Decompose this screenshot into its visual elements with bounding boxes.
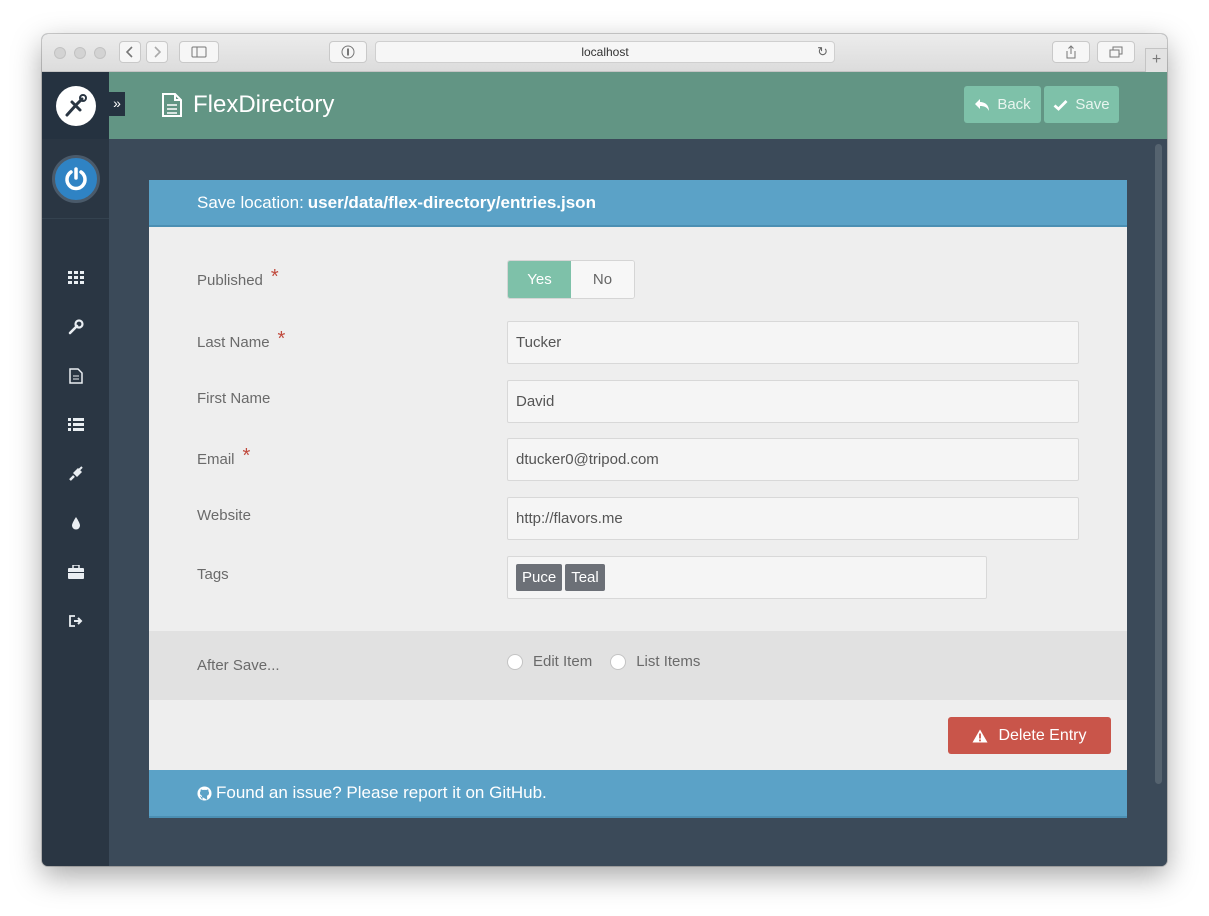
drop-icon (71, 517, 80, 530)
last-name-field[interactable]: Tucker (507, 321, 1079, 364)
report-issue-footer[interactable]: Found an issue? Please report it on GitH… (149, 770, 1127, 818)
email-field[interactable]: dtucker0@tripod.com (507, 438, 1079, 481)
browser-window: localhost ↻ + » FlexDirectory Back Save … (42, 34, 1167, 866)
minimize-window-button[interactable] (74, 47, 86, 59)
tags-label: Tags (197, 566, 229, 583)
power-icon (64, 166, 87, 190)
sidebar-item-tools[interactable] (42, 562, 109, 582)
browser-back-button[interactable] (119, 41, 141, 63)
sidebar-item-dashboard[interactable] (42, 268, 109, 288)
edit-item-radio[interactable] (507, 653, 523, 670)
tag-chip[interactable]: Teal (565, 564, 605, 591)
tags-field[interactable]: Puce Teal (507, 556, 987, 599)
after-save-options: Edit Item List Items (507, 653, 718, 670)
tag-chip[interactable]: Puce (516, 564, 563, 591)
sidebar-toggle-button[interactable]: » (109, 92, 125, 116)
browser-forward-button[interactable] (146, 41, 168, 63)
browser-toolbar: localhost ↻ + (42, 34, 1167, 72)
new-tab-button[interactable]: + (1145, 48, 1167, 72)
back-button-label: Back (997, 96, 1031, 113)
grid-icon (67, 271, 84, 284)
chevron-right-icon (154, 46, 161, 58)
delete-entry-label: Delete Entry (998, 726, 1087, 744)
published-toggle[interactable]: Yes No (507, 260, 635, 299)
close-window-button[interactable] (54, 47, 66, 59)
sidebar-view-icon (191, 46, 207, 58)
website-value: http://flavors.me (516, 510, 623, 527)
sidebar-item-configuration[interactable] (42, 317, 109, 337)
sidebar-view-button[interactable] (179, 41, 219, 63)
after-save-label: After Save... (197, 657, 280, 674)
reader-button[interactable] (329, 41, 367, 63)
address-bar[interactable]: localhost ↻ (375, 41, 835, 63)
wrench-icon (68, 319, 84, 335)
admin-sidebar (42, 72, 109, 866)
share-button[interactable] (1052, 41, 1090, 63)
user-avatar-area (42, 139, 109, 219)
sidebar-item-plugins[interactable] (42, 464, 109, 484)
page-title-area: FlexDirectory (161, 91, 334, 119)
last-name-label: Last Name * (197, 328, 286, 351)
sidebar-item-themes[interactable] (42, 513, 109, 533)
page-header: FlexDirectory Back Save (109, 72, 1167, 139)
save-button[interactable]: Save (1044, 86, 1119, 123)
edit-entry-card: Save location: user/data/flex-directory/… (149, 180, 1127, 818)
avatar[interactable] (51, 154, 100, 203)
logo-icon (55, 85, 96, 126)
list-items-radio[interactable] (610, 653, 627, 670)
sign-out-icon (68, 615, 82, 627)
page-scrollbar[interactable] (1155, 144, 1162, 784)
edit-item-label[interactable]: Edit Item (533, 653, 592, 670)
report-issue-text: Found an issue? Please report it on GitH… (216, 783, 547, 802)
chevron-left-icon (126, 46, 133, 58)
privacy-icon (341, 45, 355, 59)
page-icon (68, 368, 83, 384)
tabs-overview-button[interactable] (1097, 41, 1135, 63)
plug-icon (68, 466, 83, 481)
grav-logo[interactable] (42, 72, 109, 139)
website-field[interactable]: http://flavors.me (507, 497, 1079, 540)
last-name-value: Tucker (516, 334, 562, 351)
published-no-option[interactable]: No (571, 261, 634, 298)
published-label: Published * (197, 266, 279, 289)
back-button[interactable]: Back (964, 86, 1041, 123)
briefcase-icon (67, 565, 84, 579)
email-label: Email * (197, 445, 251, 468)
reply-icon (975, 98, 990, 111)
warning-icon (972, 729, 988, 742)
required-marker: * (242, 445, 251, 467)
website-label: Website (197, 507, 251, 524)
tabs-icon (1109, 46, 1123, 58)
email-value: dtucker0@tripod.com (516, 451, 659, 468)
url-text: localhost (581, 45, 629, 59)
list-icon (67, 418, 84, 431)
document-icon (162, 93, 182, 117)
reload-icon[interactable]: ↻ (817, 44, 828, 60)
first-name-value: David (516, 393, 555, 410)
share-icon (1066, 45, 1076, 59)
first-name-field[interactable]: David (507, 380, 1079, 423)
sidebar-item-directory[interactable] (42, 415, 109, 435)
first-name-label: First Name (197, 390, 271, 407)
required-marker: * (270, 266, 279, 288)
double-chevron-right-icon: » (113, 95, 121, 111)
save-location-header: Save location: user/data/flex-directory/… (149, 180, 1127, 227)
save-location-label: Save location: (197, 192, 304, 212)
list-items-label[interactable]: List Items (636, 653, 700, 670)
after-save-section: After Save... Edit Item List Items (149, 631, 1127, 700)
github-icon (197, 785, 212, 801)
delete-entry-button[interactable]: Delete Entry (948, 717, 1111, 754)
published-yes-option[interactable]: Yes (508, 261, 571, 298)
sidebar-item-logout[interactable] (42, 611, 109, 631)
save-button-label: Save (1075, 96, 1110, 113)
zoom-window-button[interactable] (94, 47, 106, 59)
page-title: FlexDirectory (193, 91, 335, 118)
save-location-path: user/data/flex-directory/entries.json (307, 192, 596, 212)
required-marker: * (277, 328, 286, 350)
check-icon (1053, 99, 1068, 111)
sidebar-item-pages[interactable] (42, 366, 109, 386)
